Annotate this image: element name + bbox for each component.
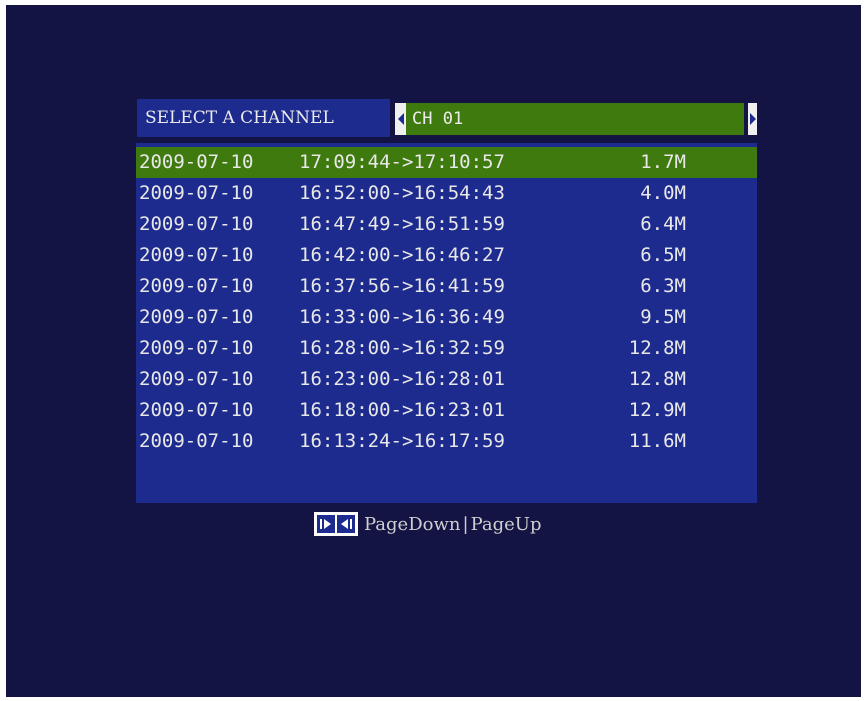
recording-row[interactable]: 2009-07-10 16:13:24->16:17:59 11.6M — [136, 426, 757, 457]
recording-time-range: 16:37:56->16:41:59 — [299, 275, 505, 297]
page-down-button[interactable]: PageDown — [364, 514, 460, 535]
recording-row[interactable]: 2009-07-10 16:28:00->16:32:59 12.8M — [136, 333, 757, 364]
recording-size: 4.0M — [640, 182, 686, 204]
recording-size: 6.5M — [640, 244, 686, 266]
recording-row[interactable]: 2009-07-10 16:37:56->16:41:59 6.3M — [136, 271, 757, 302]
recording-date: 2009-07-10 — [139, 399, 254, 421]
arrow-left-icon — [398, 113, 404, 125]
recording-date: 2009-07-10 — [139, 430, 254, 452]
recording-time-range: 16:42:00->16:46:27 — [299, 244, 505, 266]
pager-separator: | — [462, 513, 469, 535]
channel-selector[interactable]: CH 01 — [406, 103, 744, 135]
recording-size: 12.8M — [628, 337, 686, 359]
recording-time-range: 17:09:44->17:10:57 — [299, 151, 505, 173]
recording-size: 12.9M — [628, 399, 686, 421]
page-up-button[interactable]: PageUp — [471, 514, 542, 535]
recording-row[interactable]: 2009-07-10 16:23:00->16:28:01 12.8M — [136, 364, 757, 395]
dvr-screen: SELECT A CHANNEL CH 01 2009-07-10 17:09:… — [6, 5, 861, 697]
channel-next-button[interactable] — [748, 103, 757, 135]
recording-row[interactable]: 2009-07-10 17:09:44->17:10:57 1.7M — [136, 147, 757, 178]
recording-time-range: 16:23:00->16:28:01 — [299, 368, 505, 390]
select-channel-label: SELECT A CHANNEL — [137, 99, 390, 137]
recording-time-range: 16:18:00->16:23:01 — [299, 399, 505, 421]
pager-text: PageDown | PageUp — [364, 514, 541, 535]
recording-row[interactable]: 2009-07-10 16:47:49->16:51:59 6.4M — [136, 209, 757, 240]
recording-time-range: 16:33:00->16:36:49 — [299, 306, 505, 328]
recording-row[interactable]: 2009-07-10 16:18:00->16:23:01 12.9M — [136, 395, 757, 426]
recording-row[interactable]: 2009-07-10 16:52:00->16:54:43 4.0M — [136, 178, 757, 209]
recording-date: 2009-07-10 — [139, 275, 254, 297]
recording-size: 6.4M — [640, 213, 686, 235]
recording-date: 2009-07-10 — [139, 151, 254, 173]
recording-row[interactable]: 2009-07-10 16:33:00->16:36:49 9.5M — [136, 302, 757, 333]
recording-size: 11.6M — [628, 430, 686, 452]
recording-date: 2009-07-10 — [139, 182, 254, 204]
recording-size: 6.3M — [640, 275, 686, 297]
recording-size: 12.8M — [628, 368, 686, 390]
page-nav-icon[interactable] — [314, 512, 358, 536]
recording-size: 9.5M — [640, 306, 686, 328]
pager: PageDown | PageUp — [314, 510, 541, 538]
recording-date: 2009-07-10 — [139, 337, 254, 359]
recording-date: 2009-07-10 — [139, 368, 254, 390]
recording-size: 1.7M — [640, 151, 686, 173]
recording-date: 2009-07-10 — [139, 213, 254, 235]
recording-time-range: 16:13:24->16:17:59 — [299, 430, 505, 452]
arrow-right-icon — [750, 113, 756, 125]
channel-prev-button[interactable] — [395, 103, 406, 135]
recording-date: 2009-07-10 — [139, 306, 254, 328]
recording-row[interactable]: 2009-07-10 16:42:00->16:46:27 6.5M — [136, 240, 757, 271]
recording-time-range: 16:28:00->16:32:59 — [299, 337, 505, 359]
recording-time-range: 16:47:49->16:51:59 — [299, 213, 505, 235]
recording-list: 2009-07-10 17:09:44->17:10:57 1.7M 2009-… — [136, 143, 757, 503]
recording-date: 2009-07-10 — [139, 244, 254, 266]
recording-time-range: 16:52:00->16:54:43 — [299, 182, 505, 204]
